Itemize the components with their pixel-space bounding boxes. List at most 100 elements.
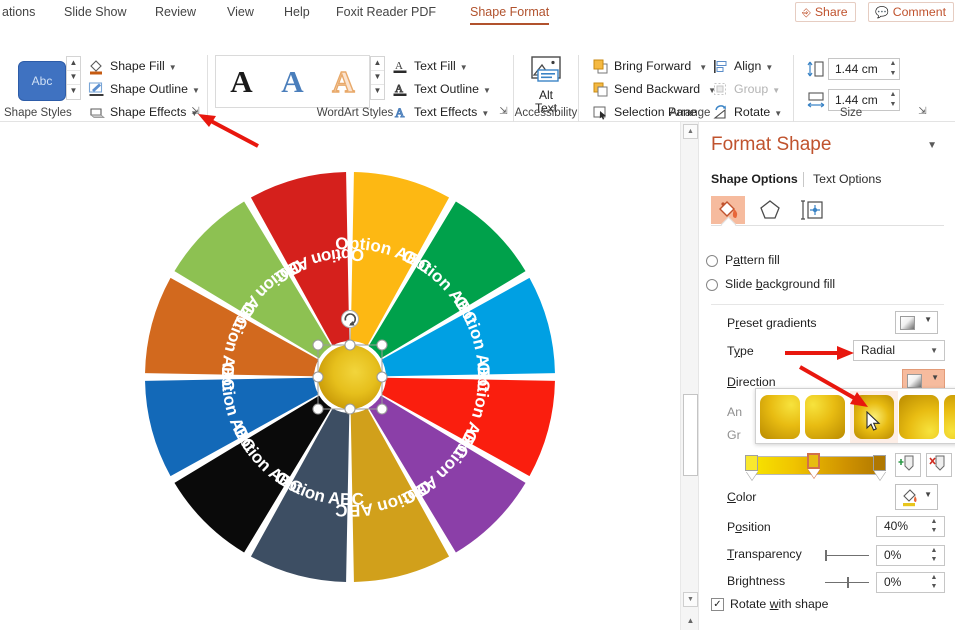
rotate-with-shape-checkbox[interactable]: ✓ [711,598,724,611]
radio-dot-icon[interactable] [706,279,718,291]
brightness-stepper[interactable]: ▲ ▼ [927,573,941,592]
gradient-direction-swatch-2[interactable] [805,395,845,439]
align-button[interactable]: Align ▼ [712,56,773,77]
shape-height-icon [806,60,826,83]
radio-pattern-fill[interactable]: Pattern fill [706,253,780,267]
gallery-scroll-down-icon[interactable]: ▼ [371,71,384,85]
chevron-down-icon[interactable]: ▼ [931,373,939,382]
panel-tab-divider [803,172,804,187]
send-backward-button[interactable]: Send Backward ▼ [592,79,716,100]
pentagon-effects-icon[interactable] [753,196,787,224]
scrollbar-thumb[interactable] [683,394,698,476]
pen-outline-icon [88,81,105,98]
gradient-direction-gallery[interactable] [755,388,955,444]
gallery-scroll-up-icon[interactable]: ▲ [67,57,80,71]
shape-fill-button[interactable]: Shape Fill ▼ [88,56,177,77]
radio-dot-icon[interactable] [706,255,718,267]
shape-outline-button[interactable]: Shape Outline ▼ [88,79,200,100]
tab-slide-show[interactable]: Slide Show [62,3,129,23]
shape-height-stepper[interactable]: ▲ ▼ [886,59,900,79]
gradient-stop-2[interactable] [807,453,820,479]
text-outline-button[interactable]: A Text Outline ▼ [392,79,491,100]
bring-forward-icon [592,58,609,75]
panel-tab-text-options[interactable]: Text Options [813,172,881,186]
gallery-more-icon[interactable]: ▼ [67,85,80,99]
gradient-transparency-label: Transparency [727,547,802,561]
chevron-down-icon[interactable]: ▼ [699,63,707,72]
tab-view[interactable]: View [225,3,256,23]
size-dialog-launcher[interactable]: ⇲ [916,105,929,118]
chevron-down-icon[interactable]: ▼ [765,63,773,72]
gradient-type-dropdown[interactable]: Radial ▼ [853,340,945,361]
scroll-down-arrow-icon[interactable]: ▼ [683,592,698,607]
transparency-slider-knob[interactable] [825,550,827,561]
panel-chevron-down-icon[interactable]: ▼ [927,140,937,151]
shape-styles-dialog-launcher[interactable]: ⇲ [189,105,202,118]
group-separator [207,55,208,127]
send-backward-icon [592,81,609,98]
tab-foxit-reader-pdf[interactable]: Foxit Reader PDF [334,3,438,23]
ribbon-tab-bar: ations Slide Show Review View Help Foxit… [0,0,955,25]
scroll-up-arrow-icon[interactable]: ▲ [683,124,698,139]
chevron-down-icon[interactable]: ▼ [192,86,200,95]
tab-animations[interactable]: ations [0,3,37,23]
transparency-slider-track[interactable] [825,555,869,556]
brightness-slider-knob[interactable] [847,577,849,588]
group-label-size: Size [839,107,863,119]
wordart-sample-3[interactable]: A [332,65,356,97]
chevron-down-icon[interactable]: ▼ [169,63,177,72]
ribbon: Abc ▲ ▼ ▼ Shape Fill ▼ Shape Outline ▼ Sha… [0,25,955,127]
shape-style-gallery-spinner[interactable]: ▲ ▼ ▼ [66,56,81,100]
slide-canvas[interactable]: Option ABC Option ABC Option ABC Option ABC… [0,122,680,630]
text-fill-button[interactable]: A Text Fill ▼ [392,56,468,77]
preset-gradients-picker[interactable]: ▼ [895,311,938,334]
bring-forward-button[interactable]: Bring Forward ▼ [592,56,707,77]
gradient-color-picker[interactable]: ▼ [895,484,938,510]
gradient-direction-swatch-5[interactable] [944,395,955,439]
share-button[interactable]: ⎆ Share [795,2,856,22]
wordart-style-gallery[interactable]: A A A [215,55,370,108]
text-outline-icon: A [392,81,409,98]
tab-review[interactable]: Review [153,3,198,23]
gradient-preview-swatch [900,316,915,330]
wordart-sample-1[interactable]: A [230,66,252,97]
gradient-stops-label: Gr [727,428,741,442]
add-gradient-stop-icon[interactable] [895,453,921,477]
tab-shape-format[interactable]: Shape Format [468,3,551,25]
paint-bucket-icon [88,58,105,75]
chevron-down-icon[interactable]: ▼ [930,341,938,360]
chevron-down-icon[interactable]: ▼ [460,63,468,72]
gradient-stop-3[interactable] [873,455,886,481]
comment-button[interactable]: 💬 Comment [868,2,955,22]
svg-text:A: A [395,83,403,95]
slide-vertical-scrollbar[interactable]: ▲ ▼ ▲ [680,122,698,630]
wordart-gallery-spinner[interactable]: ▲ ▼ ▼ [370,56,385,100]
transparency-stepper[interactable]: ▲ ▼ [927,546,941,565]
gradient-direction-swatch-4[interactable] [899,395,939,439]
chevron-down-icon[interactable]: ▼ [924,315,932,324]
wordart-sample-2[interactable]: A [281,66,303,97]
gallery-more-icon[interactable]: ▼ [371,85,384,99]
position-stepper[interactable]: ▲ ▼ [927,517,941,536]
gradient-color-label: Color [727,490,757,504]
gallery-scroll-down-icon[interactable]: ▼ [67,71,80,85]
alt-text-label-line1: Alt [538,88,553,102]
gallery-scroll-up-icon[interactable]: ▲ [371,57,384,71]
radio-slide-background-fill[interactable]: Slide background fill [706,277,835,291]
shape-style-thumbnail[interactable]: Abc [18,61,66,101]
chevron-down-icon[interactable]: ▼ [483,86,491,95]
resize-handles[interactable] [312,339,388,415]
gradient-stop-1[interactable] [745,455,758,481]
size-properties-icon[interactable] [795,196,829,224]
remove-gradient-stop-icon[interactable] [926,453,952,477]
group-label-shape-styles: Shape Styles [4,107,72,119]
split-bar-icon[interactable]: ▲ [684,615,697,628]
wheel-diagram[interactable]: Option ABC Option ABC Option ABC Option ABC… [130,157,570,597]
rotate-handle-icon[interactable] [341,310,359,328]
gradient-direction-swatch-1[interactable] [760,395,800,439]
tab-help[interactable]: Help [282,3,312,23]
chevron-down-icon[interactable]: ▼ [924,490,932,499]
share-icon: ⎆ [802,7,811,19]
panel-tab-shape-options[interactable]: Shape Options [711,172,798,186]
group-separator [578,55,579,127]
